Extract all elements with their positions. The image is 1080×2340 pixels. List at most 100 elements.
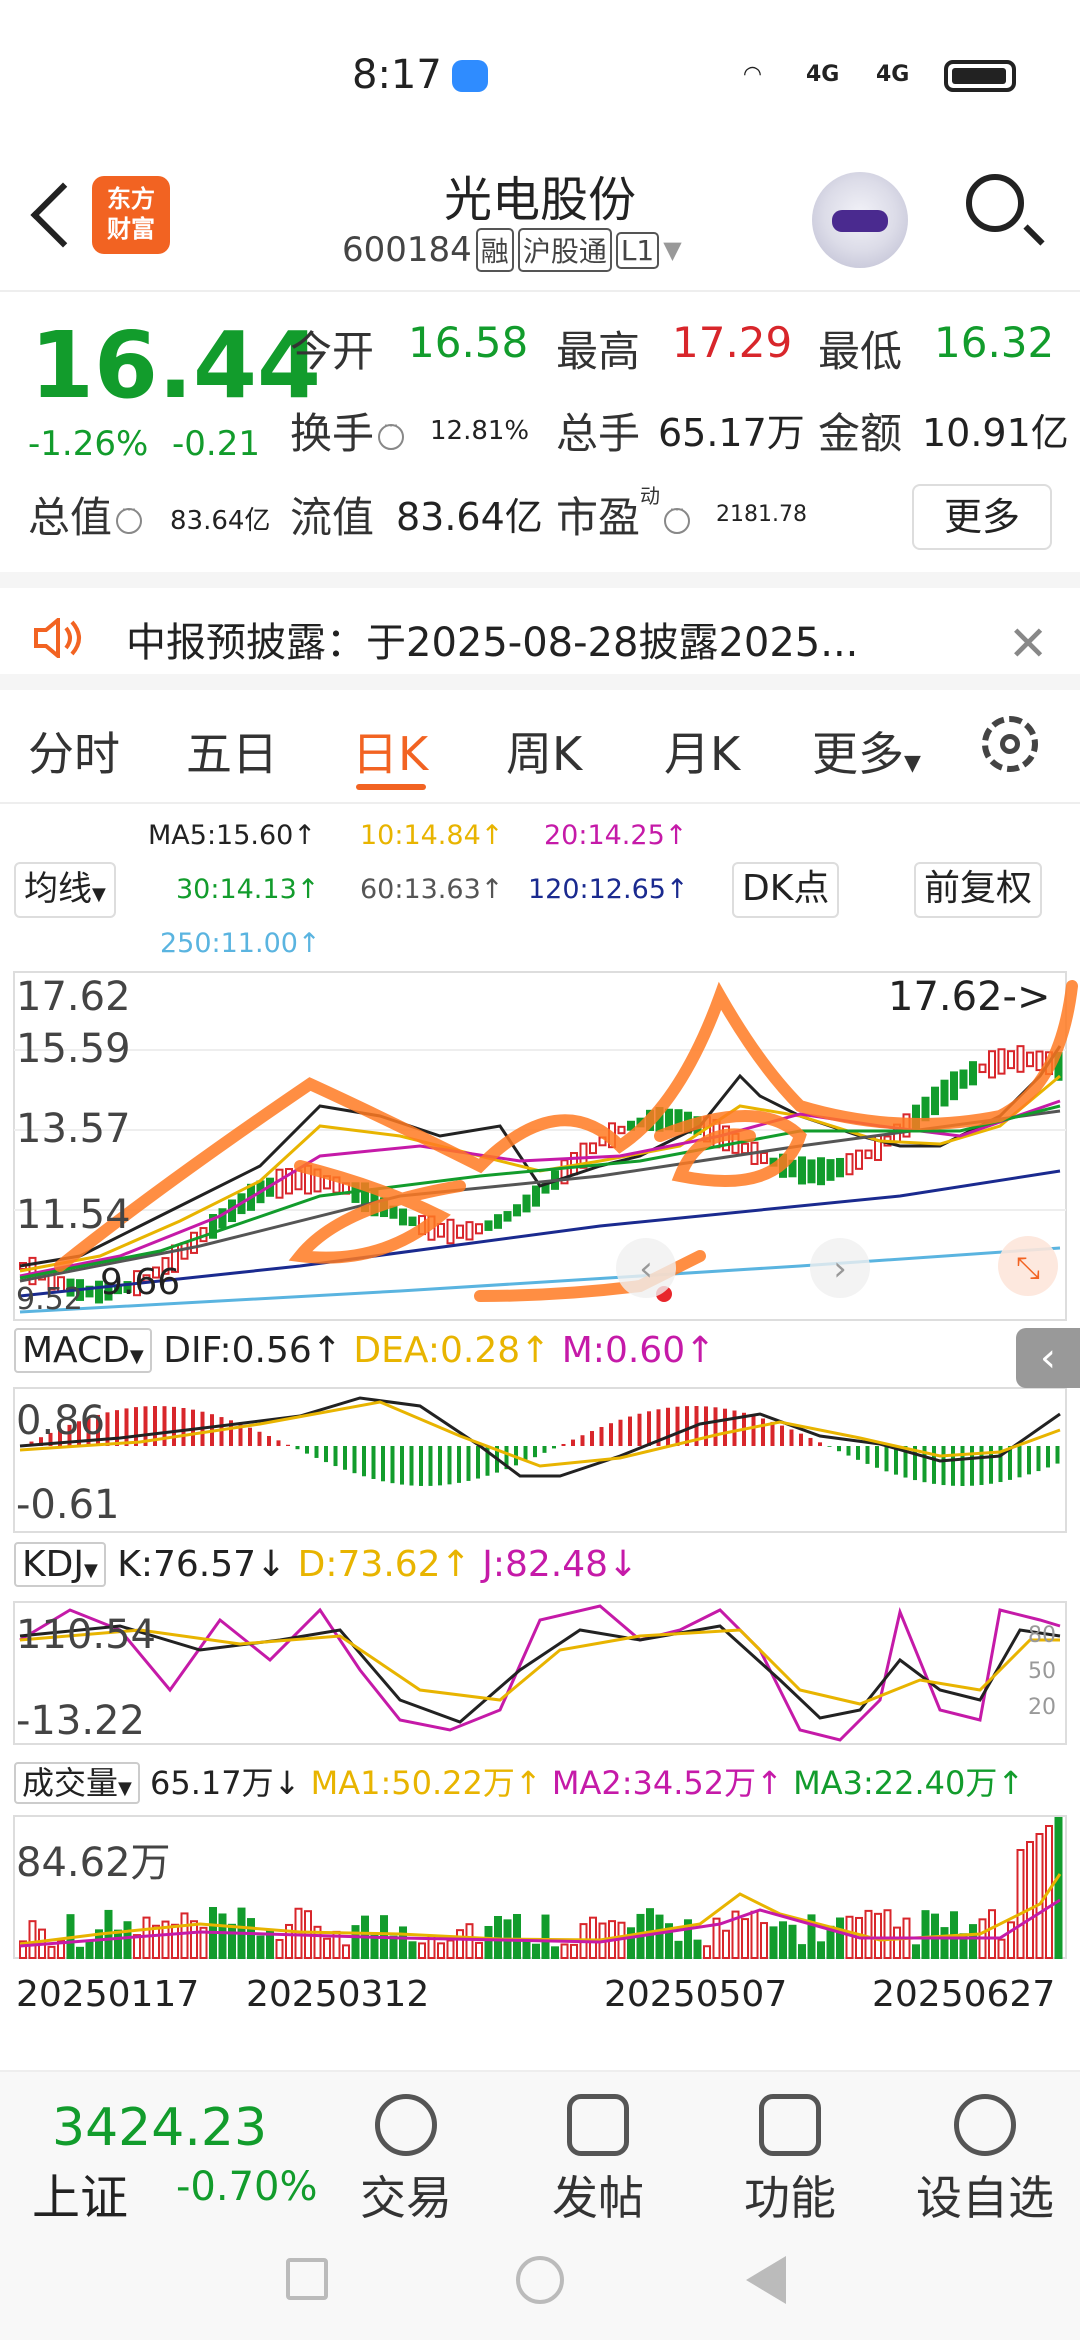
add-watchlist-button[interactable]: 设自选 <box>900 2086 1070 2228</box>
recents-icon[interactable] <box>286 2258 328 2300</box>
ma-selector[interactable]: 均线▼ <box>14 862 116 918</box>
volume-bar <box>883 1909 892 1959</box>
high-label: 最高 <box>556 327 641 376</box>
post-button[interactable]: 发帖 <box>528 2086 668 2228</box>
macd-bar <box>248 1427 252 1446</box>
candle <box>798 1156 806 1185</box>
date-label: 20250312 <box>246 1974 430 2015</box>
macd-chart[interactable] <box>0 1386 1080 1534</box>
macd-bar <box>856 1446 860 1460</box>
price-axis-label: 15.59 <box>16 1026 131 1072</box>
macd-bar <box>476 1446 480 1479</box>
tag-level: L1 <box>615 231 660 269</box>
macd-bar <box>276 1440 281 1446</box>
kdj-selector[interactable]: KDJ▼ <box>14 1542 106 1587</box>
macd-bar <box>723 1408 727 1446</box>
signal-icon: 4G <box>876 62 910 87</box>
kdj-selector-label: KDJ <box>22 1544 84 1585</box>
candle <box>997 1048 1006 1075</box>
pe-value: 2181.78 <box>716 502 807 527</box>
candle <box>532 1185 540 1207</box>
candle <box>190 1231 198 1254</box>
macd-selector[interactable]: MACD▼ <box>14 1328 152 1373</box>
macd-bar <box>428 1446 433 1486</box>
float-label: 流值 <box>290 493 375 542</box>
volume-bar <box>389 1935 398 1959</box>
volume-bar <box>85 1939 94 1959</box>
gear-icon[interactable] <box>982 716 1038 772</box>
trade-button[interactable]: 交易 <box>336 2086 476 2228</box>
kdj-chart[interactable] <box>0 1600 1080 1746</box>
macd-bar <box>704 1406 708 1446</box>
current-price: 16.44 <box>30 312 322 419</box>
macd-bar <box>628 1416 632 1446</box>
volume-bar <box>76 1946 84 1959</box>
macd-axis-label: 0.86 <box>16 1398 106 1444</box>
dk-point-button[interactable]: DK点 <box>732 862 840 918</box>
macd-bar <box>761 1418 765 1446</box>
macd-bar <box>362 1446 366 1477</box>
macd-bar <box>789 1429 794 1446</box>
macd-bar <box>875 1446 879 1468</box>
macd-bar <box>827 1446 832 1447</box>
volume-bar <box>674 1940 683 1960</box>
function-button[interactable]: 功能 <box>720 2086 860 2228</box>
volume-selector[interactable]: 成交量▼ <box>14 1762 140 1804</box>
tab-weekly-k[interactable]: 周K <box>506 718 582 784</box>
macd-bar <box>675 1406 680 1446</box>
candle <box>389 1205 398 1219</box>
info-icon[interactable] <box>378 416 405 450</box>
index-change: -0.70% <box>176 2164 318 2210</box>
k-value: K:76.57↓ <box>117 1544 287 1585</box>
tab-intraday[interactable]: 分时 <box>28 718 120 784</box>
kdj-ref-levels: 80 50 20 <box>1028 1618 1056 1726</box>
turnover-label-text: 换手 <box>290 409 375 458</box>
change-percent: -1.26% <box>28 424 149 464</box>
tab-more[interactable]: 更多▼ <box>812 718 921 784</box>
macd-bar <box>172 1406 176 1446</box>
caret-down-icon: ▼ <box>118 1778 132 1799</box>
candle <box>1035 1050 1044 1072</box>
macd-bar <box>685 1406 689 1446</box>
index-name[interactable]: 上证 <box>32 2158 128 2228</box>
index-value[interactable]: 3424.23 <box>52 2098 267 2158</box>
volume-value: 65.17万 <box>658 411 805 455</box>
volume-bar <box>703 1945 711 1960</box>
macd-bar <box>115 1410 119 1446</box>
search-icon[interactable] <box>966 174 1024 232</box>
ma250-value: 250:11.00↑ <box>160 928 321 959</box>
macd-bar <box>390 1446 395 1484</box>
home-icon[interactable] <box>516 2256 564 2304</box>
tab-monthly-k[interactable]: 月K <box>664 718 740 784</box>
adjust-button[interactable]: 前复权 <box>914 862 1043 918</box>
stock-code-row[interactable]: 600184 融 沪股通 L1 ▼ <box>342 228 682 272</box>
collapse-panel-button[interactable]: ‹ <box>1016 1328 1080 1388</box>
candle <box>959 1069 968 1089</box>
volume-selector-label: 成交量 <box>22 1764 119 1802</box>
period-tabs: 分时 五日 日K 周K 月K 更多▼ <box>0 692 1080 804</box>
info-icon[interactable] <box>116 500 143 534</box>
volume-bar <box>1035 1833 1044 1959</box>
signal-icon: 4G <box>806 62 840 87</box>
volume-bar <box>256 1935 265 1959</box>
assistant-robot-icon[interactable] <box>812 172 908 268</box>
j-value: J:82.48↓ <box>482 1544 639 1585</box>
close-icon[interactable]: ✕ <box>1008 616 1048 672</box>
volume-axis-label: 84.62万 <box>16 1840 171 1886</box>
tab-daily-k[interactable]: 日K <box>352 718 428 784</box>
volume-bar <box>28 1920 37 1959</box>
price-axis-label: 9.52 <box>16 1282 83 1317</box>
info-icon[interactable] <box>664 500 691 534</box>
caret-down-icon: ▼ <box>92 884 106 905</box>
tab-five-day[interactable]: 五日 <box>186 718 278 784</box>
macd-bar <box>552 1446 556 1449</box>
macd-bar <box>419 1446 423 1486</box>
high-value: 17.29 <box>672 318 793 367</box>
candle <box>513 1204 521 1217</box>
back-icon[interactable] <box>746 2256 786 2304</box>
candle <box>589 1142 597 1155</box>
ref-level: 50 <box>1028 1659 1056 1684</box>
more-button[interactable]: 更多 <box>912 484 1052 550</box>
notice-bar[interactable]: 中报预披露：于2025-08-28披露2025... ✕ <box>0 572 1080 690</box>
macd-bar <box>808 1437 813 1446</box>
